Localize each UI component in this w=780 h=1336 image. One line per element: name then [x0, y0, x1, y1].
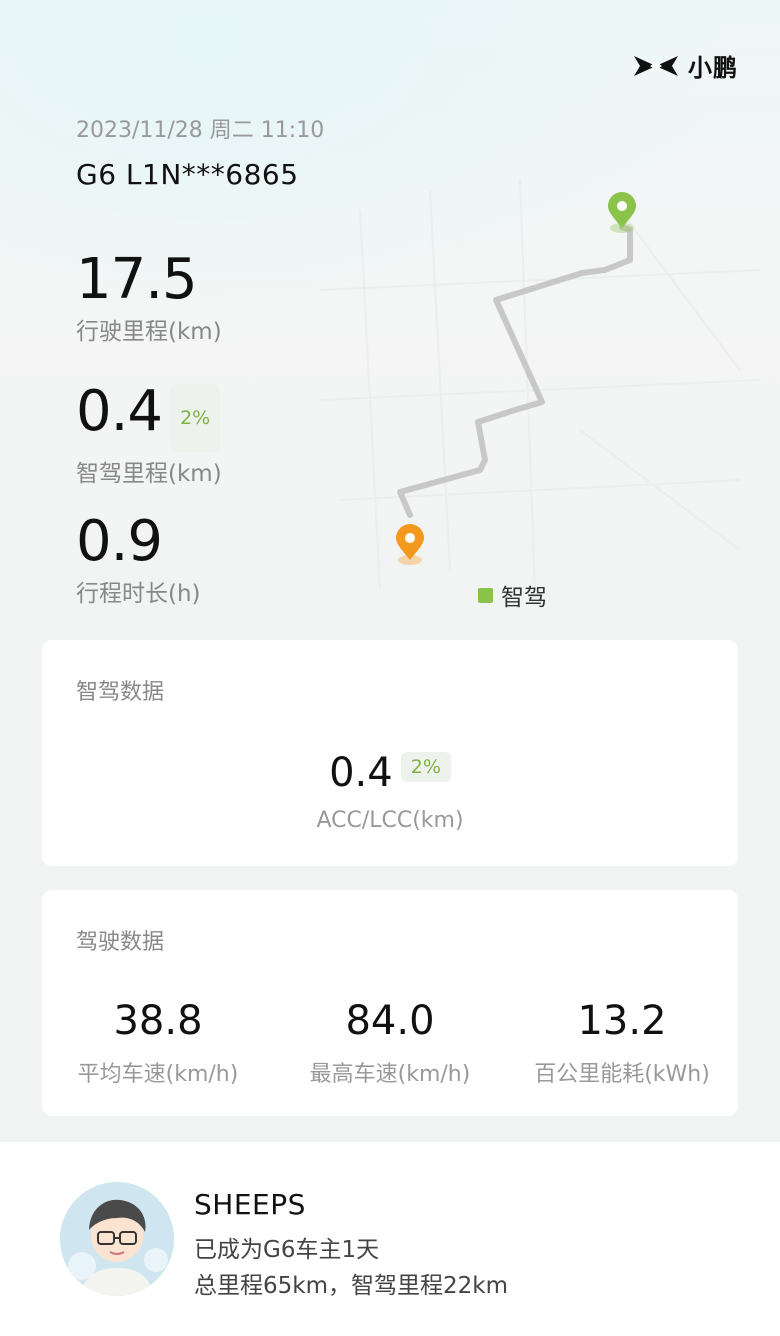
route-map[interactable] — [320, 170, 760, 590]
map-legend: 智驾 — [478, 578, 547, 612]
max-speed-stat: 84.0 最高车速(km/h) — [274, 998, 506, 1088]
energy-stat: 13.2 百公里能耗(kWh) — [506, 998, 738, 1088]
brand-logo: 小鹏 — [632, 48, 738, 83]
duration-value: 0.9 — [76, 509, 163, 574]
avatar[interactable] — [60, 1182, 174, 1296]
smart-mileage-label: 智驾里程(km) — [76, 461, 222, 487]
ownership-text: 已成为G6车主1天 — [194, 1237, 380, 1263]
end-point-pin-icon — [608, 192, 636, 233]
avg-speed-stat: 38.8 平均车速(km/h) — [42, 998, 274, 1088]
energy-label: 百公里能耗(kWh) — [534, 1062, 710, 1087]
energy-value: 13.2 — [577, 998, 667, 1044]
legend-label: 智驾 — [501, 585, 547, 611]
trip-datetime: 2023/11/28 周二 11:10 — [76, 118, 325, 143]
smart-card-title: 智驾数据 — [76, 680, 165, 705]
max-speed-label: 最高车速(km/h) — [309, 1062, 471, 1087]
start-point-pin-icon — [396, 524, 424, 565]
smart-mileage-stat: 0.4 2% 智驾里程(km) — [76, 382, 222, 488]
smart-driving-card: 智驾数据 0.4 2% ACC/LCC(km) — [42, 640, 738, 866]
max-speed-value: 84.0 — [345, 998, 435, 1044]
map-streets — [320, 179, 760, 590]
acc-lcc-percent-badge: 2% — [400, 752, 451, 782]
avg-speed-label: 平均车速(km/h) — [77, 1062, 239, 1087]
acc-lcc-value: 0.4 — [329, 750, 393, 796]
mileage-label: 行驶里程(km) — [76, 319, 222, 345]
mileage-value: 17.5 — [76, 247, 198, 312]
mileage-stat: 17.5 行驶里程(km) — [76, 250, 222, 346]
xpeng-logo-icon — [634, 55, 678, 76]
brand-name: 小鹏 — [688, 54, 738, 82]
smart-mileage-value: 0.4 — [76, 379, 163, 444]
driving-data-card: 驾驶数据 38.8 平均车速(km/h) 84.0 最高车速(km/h) 13.… — [42, 890, 738, 1116]
legend-swatch — [478, 587, 493, 603]
avatar-illustration-icon — [60, 1182, 174, 1296]
duration-label: 行程时长(h) — [76, 581, 201, 607]
total-mileage-text: 总里程65km，智驾里程22km — [194, 1273, 508, 1299]
vehicle-plate: G6 L1N***6865 — [76, 158, 299, 191]
user-footer: SHEEPS 已成为G6车主1天 总里程65km，智驾里程22km — [0, 1142, 780, 1336]
acc-lcc-label: ACC/LCC(km) — [316, 808, 464, 833]
avg-speed-value: 38.8 — [113, 998, 203, 1044]
duration-stat: 0.9 行程时长(h) — [76, 512, 201, 608]
driving-card-title: 驾驶数据 — [76, 930, 165, 955]
user-name: SHEEPS — [194, 1188, 306, 1221]
smart-percent-badge: 2% — [170, 384, 221, 452]
